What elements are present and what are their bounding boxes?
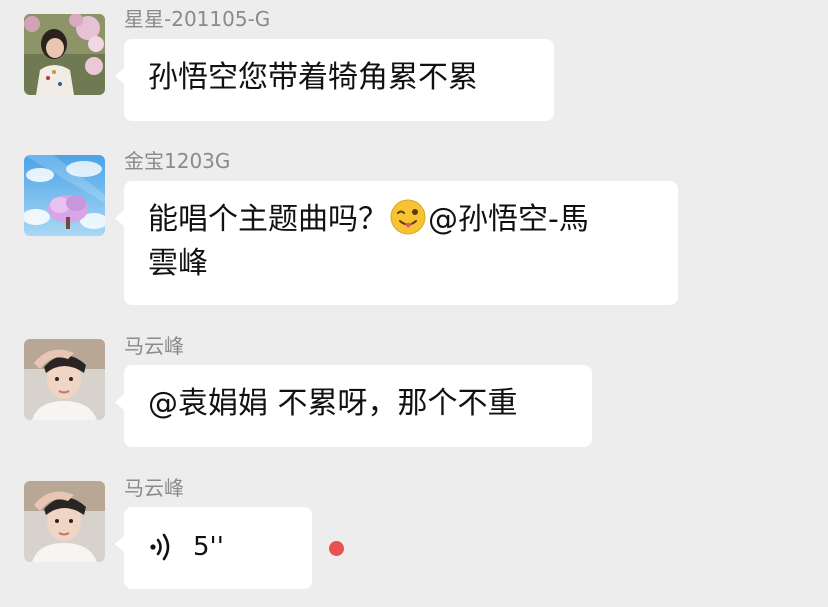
sender-name: 马云峰	[124, 476, 184, 500]
voice-wave-icon	[150, 533, 170, 561]
avatar[interactable]	[24, 481, 105, 562]
unread-indicator	[329, 541, 344, 556]
chat-message-list[interactable]: 星星-201105-G 孙悟空您带着犄角累不累 金宝1203G 能唱个主题曲吗？…	[0, 0, 828, 607]
chat-message: 马云峰 5''	[0, 0, 828, 607]
avatar-man-portrait-image	[24, 481, 105, 562]
voice-message-bubble[interactable]: 5''	[115, 507, 312, 589]
voice-duration: 5''	[193, 532, 224, 562]
